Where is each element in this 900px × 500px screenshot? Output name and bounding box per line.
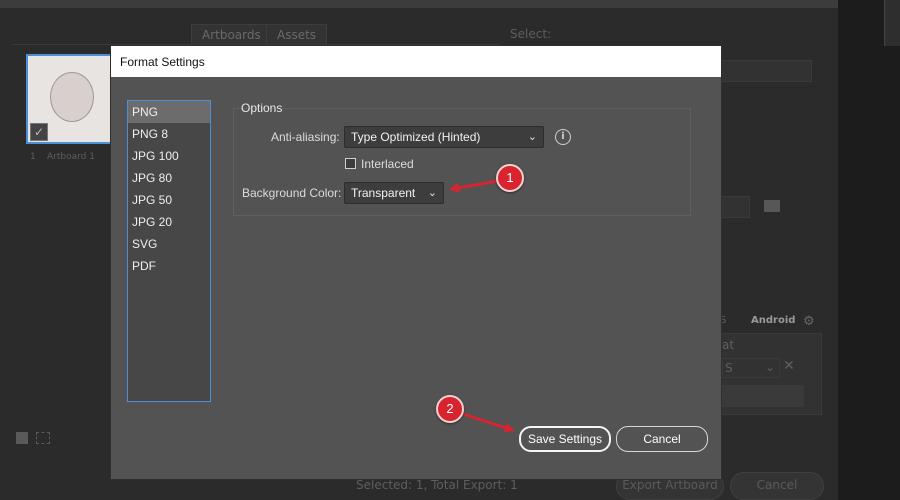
annotation-arrows bbox=[449, 179, 515, 433]
annotation-arrow-1 bbox=[449, 179, 499, 193]
annotation-badge-1: 1 bbox=[496, 164, 524, 192]
annotation-arrow-2 bbox=[459, 411, 515, 433]
annotation-badge-2: 2 bbox=[436, 395, 464, 423]
